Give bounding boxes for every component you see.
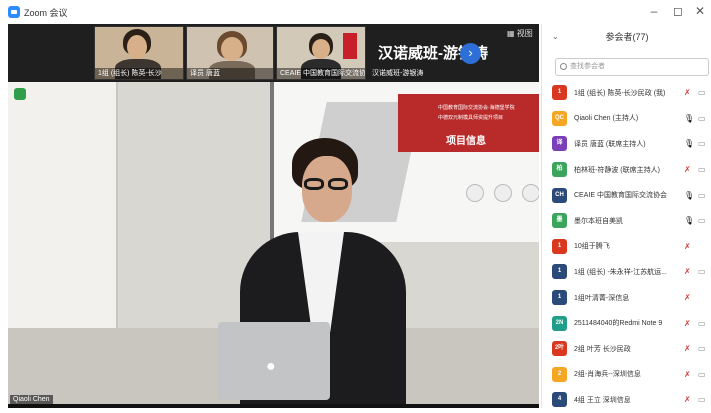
mic-muted-icon[interactable]: ✗ — [684, 395, 691, 404]
participant-name: CEAIE 中国教育国际交流协会 — [574, 192, 667, 200]
camera-icon[interactable]: ▭ — [698, 395, 706, 404]
minimize-button[interactable]: – — [644, 4, 664, 18]
avatar: 1 — [552, 238, 567, 254]
mic-muted-icon[interactable]: ✗ — [684, 344, 691, 353]
participant-name: 墨尔本班自美凯 — [574, 217, 623, 225]
mic-muted-icon[interactable]: ✗ — [684, 370, 691, 379]
participants-panel: 参会者(77) ⌄ 查找参会者 1 1组 (组长) 陈英-长沙民政 (我) ✗ ▭ QC… — [541, 24, 711, 408]
avatar: 1 — [552, 290, 567, 306]
search-input[interactable]: 查找参会者 — [555, 58, 709, 76]
camera-icon[interactable]: ▭ — [698, 139, 706, 148]
participant-row[interactable]: CH CEAIE 中国教育国际交流协会 🎙 ▭ — [542, 182, 711, 208]
collapse-chevron-icon[interactable]: ⌄ — [552, 24, 559, 50]
participant-row[interactable]: 2N 2511484040的Redmi Note 9 ✗ ▭ — [542, 310, 711, 336]
video-area: 1组 (组长) 陈英-长沙 译员 唐蓝 CEAIE 中国教育国际交流协会 汉诺威… — [8, 24, 539, 408]
thumbnail-caption: 1组 (组长) 陈英-长沙 — [95, 68, 183, 79]
camera-icon[interactable]: ▭ — [698, 191, 706, 200]
camera-icon[interactable]: ▭ — [698, 216, 706, 225]
self-name-label: Qiaoli Chen — [10, 395, 53, 404]
avatar: 1 — [552, 264, 567, 280]
zoom-logo-icon — [8, 6, 20, 18]
view-button[interactable]: ▦ 视图 — [507, 28, 533, 39]
participant-row[interactable]: 2 2组-肖海兵--深圳信息 ✗ ▭ — [542, 362, 711, 388]
toolbar-strip — [8, 404, 539, 408]
maximize-button[interactable]: ◻ — [668, 4, 688, 18]
participant-row[interactable]: 柏柏林班-符静波 (联席主持人) ✗ ▭ — [542, 157, 711, 183]
participant-row[interactable]: 1 1组 (组长) -朱永祥-江苏航运... ✗ ▭ — [542, 259, 711, 285]
avatar: CH — [552, 187, 567, 203]
participant-row[interactable]: QC Qiaoli Chen (主持人) 🎙 ▭ — [542, 106, 711, 132]
security-shield-icon[interactable] — [14, 88, 26, 100]
search-icon — [560, 63, 567, 70]
wall — [8, 82, 118, 328]
camera-icon[interactable]: ▭ — [698, 165, 706, 174]
participant-row[interactable]: 1 1组叶清菁-深信息 ✗ — [542, 285, 711, 311]
participant-name: 2组-肖海兵--深圳信息 — [574, 371, 641, 379]
participant-row[interactable]: 译译员 唐蓝 (联席主持人) 🎙 ▭ — [542, 131, 711, 157]
thumbnail-tile[interactable]: 1组 (组长) 陈英-长沙 — [94, 26, 184, 80]
avatar: 译 — [552, 136, 567, 152]
avatar: QC — [552, 110, 567, 126]
participant-name: 2511484040的Redmi Note 9 — [574, 320, 663, 328]
participant-name: 1组 (组长) 陈英-长沙民政 (我) — [574, 89, 666, 97]
thumbnail-strip: 1组 (组长) 陈英-长沙 译员 唐蓝 CEAIE 中国教育国际交流协会 汉诺威… — [8, 24, 539, 82]
mic-icon[interactable]: 🎙 — [684, 191, 694, 200]
mic-icon[interactable]: 🎙 — [684, 216, 694, 225]
slide-title: 项目信息 — [446, 136, 486, 147]
participant-row[interactable]: 墨墨尔本班自美凯 🎙 ▭ — [542, 208, 711, 234]
participant-name: 柏林班-符静波 (联席主持人) — [574, 166, 660, 174]
avatar: 4 — [552, 392, 567, 408]
camera-icon[interactable]: ▭ — [698, 88, 706, 97]
slide-icons — [466, 184, 539, 202]
thumbnail-tile[interactable]: 译员 唐蓝 — [186, 26, 274, 80]
participant-list: 1 1组 (组长) 陈英-长沙民政 (我) ✗ ▭ QC Qiaoli Chen (主持人… — [542, 80, 711, 413]
participant-row[interactable]: 1 1组 (组长) 陈英-长沙民政 (我) ✗ ▭ — [542, 80, 711, 106]
camera-icon[interactable]: ▭ — [698, 370, 706, 379]
next-page-button[interactable]: › — [460, 43, 481, 64]
mic-muted-icon[interactable]: ✗ — [684, 88, 691, 97]
avatar: 墨 — [552, 213, 567, 229]
mic-icon[interactable]: 🎙 — [684, 114, 694, 123]
avatar: 2N — [552, 315, 567, 331]
camera-icon[interactable]: ▭ — [698, 267, 706, 276]
close-button[interactable]: ✕ — [690, 4, 710, 18]
apple-logo-icon: ● — [266, 358, 276, 375]
mic-muted-icon[interactable]: ✗ — [684, 293, 691, 302]
participant-name: 2组 叶芳 长沙民政 — [574, 345, 631, 353]
avatar: 2 — [552, 366, 567, 382]
slide-subtitle: 中国教育国际交流协会·海德堡学院 — [438, 105, 515, 111]
participant-name: 1组叶清菁-深信息 — [574, 294, 630, 302]
participants-title: 参会者(77) — [605, 32, 649, 42]
participant-name: 1组 (组长) -朱永祥-江苏航运... — [574, 268, 667, 276]
participant-row[interactable]: 1 10组于腾飞 ✗ — [542, 234, 711, 260]
camera-icon[interactable]: ▭ — [698, 344, 706, 353]
avatar: 2叶 — [552, 341, 567, 357]
participant-name: Qiaoli Chen (主持人) — [574, 115, 639, 123]
glasses-icon — [302, 178, 352, 190]
slide-subtitle: 中德双元制模具师资提升项目 — [438, 115, 504, 121]
mic-muted-icon[interactable]: ✗ — [684, 267, 691, 276]
participant-row[interactable]: 2叶 2组 叶芳 长沙民政 ✗ ▭ — [542, 336, 711, 362]
participant-name: 4组 王立 深圳信息 — [574, 396, 631, 404]
thumbnail-caption: 译员 唐蓝 — [187, 68, 273, 79]
zoom-window: Zoom 会议 – ◻ ✕ 1组 (组长) 陈英-长沙 译员 唐蓝 CEAIE … — [0, 0, 711, 408]
participant-name: 译员 唐蓝 (联席主持人) — [574, 140, 646, 148]
thumbnail-tile[interactable]: CEAIE 中国教育国际交流协会 — [276, 26, 366, 80]
mic-icon[interactable]: 🎙 — [684, 139, 694, 148]
camera-icon[interactable]: ▭ — [698, 319, 706, 328]
avatar: 1 — [552, 85, 567, 101]
mic-muted-icon[interactable]: ✗ — [684, 319, 691, 328]
thumbnail-caption: CEAIE 中国教育国际交流协会 — [277, 68, 365, 79]
camera-icon[interactable]: ▭ — [698, 114, 706, 123]
thumbnail-caption: 汉诺威班-游银涛 — [372, 70, 424, 77]
avatar: 柏 — [552, 162, 567, 178]
mic-muted-icon[interactable]: ✗ — [684, 165, 691, 174]
participant-name: 10组于腾飞 — [574, 243, 610, 251]
mic-muted-icon[interactable]: ✗ — [684, 242, 691, 251]
window-title: Zoom 会议 — [24, 7, 68, 18]
participant-row[interactable]: 4 4组 王立 深圳信息 ✗ ▭ — [542, 387, 711, 413]
title-bar: Zoom 会议 – ◻ ✕ — [0, 0, 711, 24]
active-speaker-video: 中国教育国际交流协会·海德堡学院 中德双元制模具师资提升项目 项目信息 ● — [8, 82, 539, 408]
